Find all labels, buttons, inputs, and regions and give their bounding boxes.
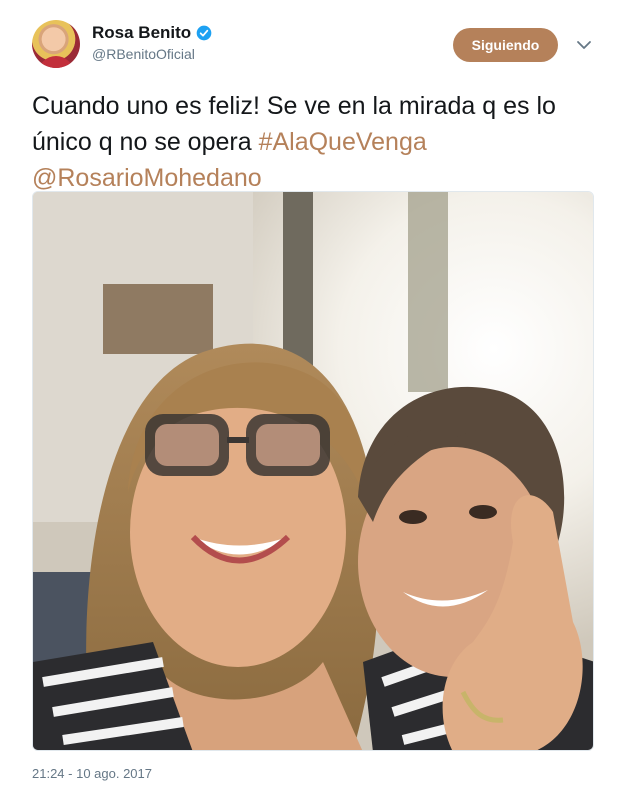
mention-link[interactable]: @RosarioMohedano	[32, 164, 262, 192]
tweet-text: Cuando uno es feliz! Se ve en la mirada …	[32, 88, 597, 196]
selfie-photo	[33, 192, 593, 750]
tweet-header: Rosa Benito @RBenitoOficial Siguiendo	[0, 0, 622, 80]
tweet-timestamp[interactable]: 21:24 - 10 ago. 2017	[32, 766, 152, 781]
user-name[interactable]: Rosa Benito	[92, 23, 191, 43]
hashtag-link[interactable]: #AlaQueVenga	[259, 128, 427, 156]
chevron-down-icon[interactable]	[575, 38, 593, 52]
following-button[interactable]: Siguiendo	[453, 28, 558, 62]
tweet-photo[interactable]	[32, 191, 594, 751]
name-row: Rosa Benito	[92, 23, 212, 43]
avatar[interactable]	[32, 20, 80, 68]
avatar-shirt	[38, 56, 74, 68]
verified-badge-icon	[196, 25, 212, 41]
user-handle[interactable]: @RBenitoOficial	[92, 46, 195, 62]
